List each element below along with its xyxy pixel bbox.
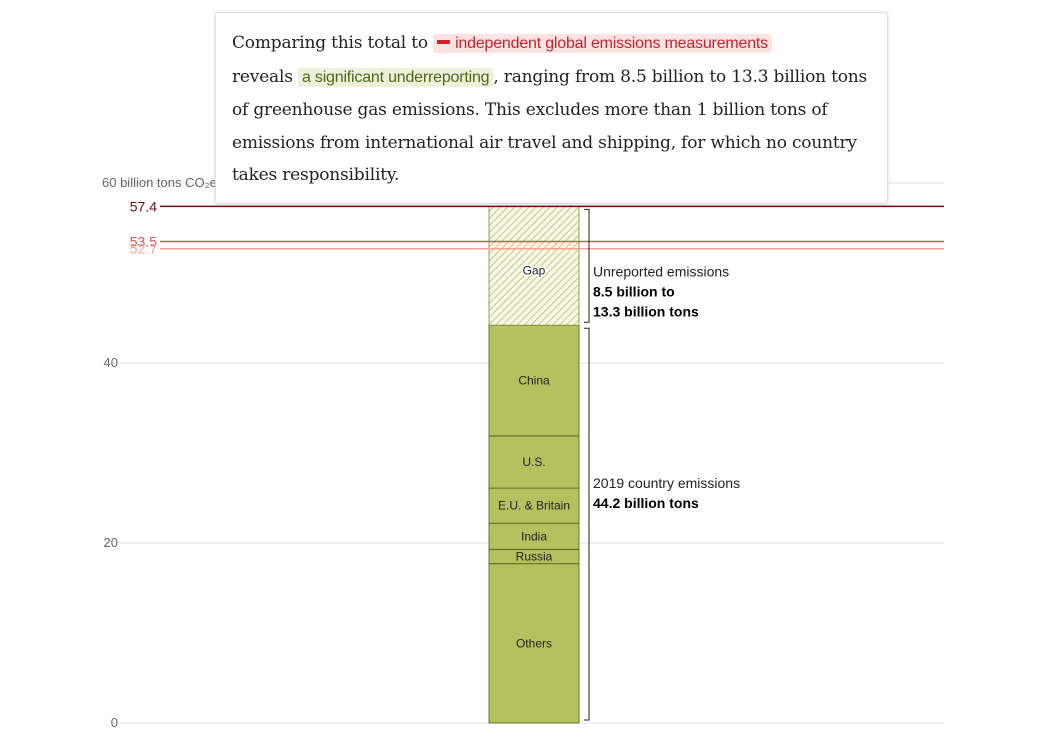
segment-label-others: Others	[516, 636, 552, 650]
segment-label-u-s-: U.S.	[522, 455, 545, 469]
brackets: Unreported emissions 8.5 billion to 13.3 b…	[584, 208, 740, 721]
bracket-1	[584, 327, 590, 721]
reference-label-57.4: 57.4	[130, 198, 157, 214]
reference-label-52.7: 52.7	[130, 241, 157, 257]
bracket-value2-0: 13.3 billion tons	[593, 303, 699, 319]
annotation-text: Comparing this total to independent glob…	[232, 27, 871, 192]
measurements-chip-label: independent global emissions measurement…	[455, 35, 768, 52]
bracket-value-0: 8.5 billion to	[593, 283, 675, 299]
y-tick-label-60: 60 billion tons CO₂e	[102, 175, 217, 190]
segment-label-russia: Russia	[516, 550, 553, 564]
annotation-card: Comparing this total to independent glob…	[215, 12, 888, 204]
bracket-0	[584, 208, 590, 323]
y-tick-label-40: 40	[104, 355, 118, 370]
segment-label-gap: Gap	[523, 263, 546, 277]
underreporting-chip[interactable]: a significant underreporting	[297, 67, 494, 87]
segment-label-china: China	[518, 374, 550, 388]
stacked-bar: Others Russia India E.U. & Britain U.S. China…	[488, 205, 580, 724]
annotation-reveals: reveals	[232, 66, 298, 87]
red-dash-icon	[437, 39, 451, 44]
bracket-value-1: 44.2 billion tons	[593, 495, 699, 511]
bracket-label-0: Unreported emissions	[593, 263, 729, 279]
measurements-legend-chip[interactable]: independent global emissions measurement…	[433, 34, 772, 53]
segment-label-india: India	[521, 529, 547, 543]
segment-label-e-u-britain: E.U. & Britain	[498, 499, 570, 513]
annotation-lead: Comparing this total to	[232, 33, 434, 53]
bracket-label-1: 2019 country emissions	[593, 475, 740, 491]
y-tick-label-20: 20	[104, 535, 118, 550]
y-tick-label-0: 0	[111, 715, 118, 730]
